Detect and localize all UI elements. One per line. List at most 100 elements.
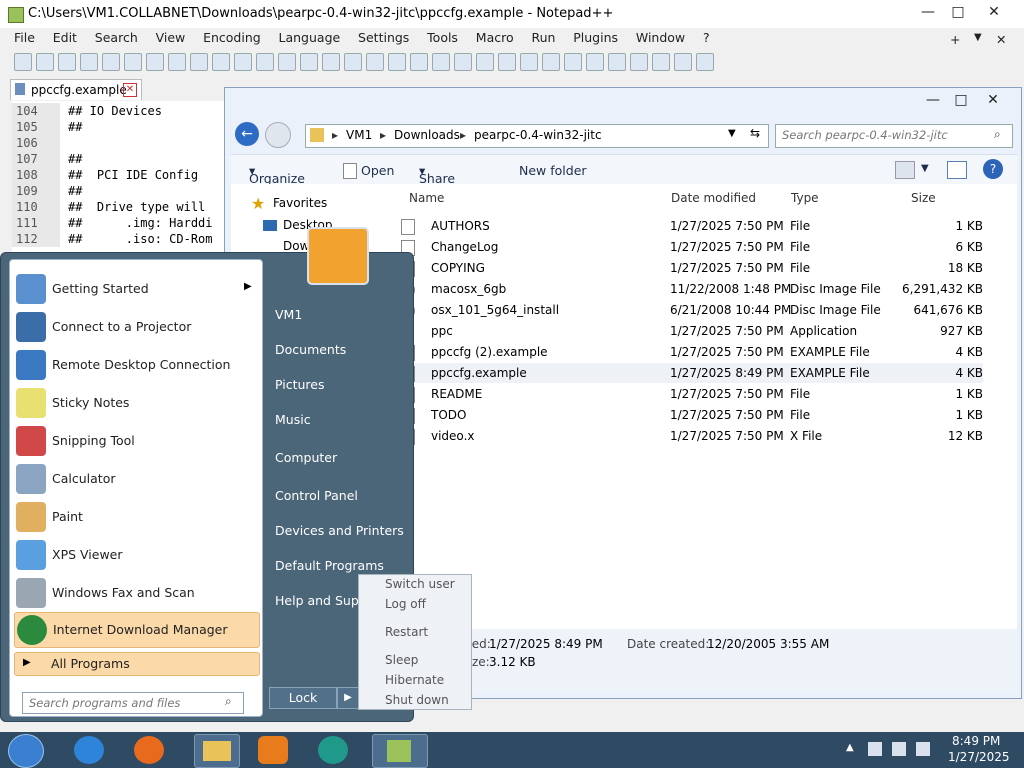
program-remote-desktop[interactable]: Remote Desktop Connection [14,348,258,382]
nav-downloads[interactable]: Dow [283,239,309,253]
minimize-button[interactable]: — [914,2,942,22]
start-item-default-programs[interactable]: Default Programs [275,558,384,573]
menu-language[interactable]: Language [279,30,341,45]
lang-icon[interactable] [475,53,494,71]
close-button[interactable]: ✕ [980,2,1008,22]
new-folder-button[interactable]: New folder [519,163,587,178]
all-chars-icon[interactable] [431,53,450,71]
start-item-pictures[interactable]: Pictures [275,377,325,392]
column-header-date[interactable]: Date modified [671,191,756,205]
organize-button[interactable]: Organize ▾ [249,163,305,186]
preview-pane-icon[interactable] [947,161,967,179]
menu-new-tab-icon[interactable]: + [950,32,960,47]
firefox-icon[interactable] [134,736,164,764]
file-row[interactable]: COPYING 1/27/2025 7:50 PM File 18 KB [401,258,983,278]
menu-encoding[interactable]: Encoding [203,30,261,45]
column-header-size[interactable]: Size [911,191,936,205]
start-item-documents[interactable]: Documents [275,342,346,357]
start-item-control-panel[interactable]: Control Panel [275,488,358,503]
file-row[interactable]: AUTHORS 1/27/2025 7:50 PM File 1 KB [401,216,983,236]
file-row[interactable]: ppccfg (2).example 1/27/2025 7:50 PM EXAMP… [401,342,983,362]
save-icon[interactable] [57,53,76,71]
power-options-arrow-icon[interactable]: ▶ [337,687,359,709]
program-windows-fax-scan[interactable]: Windows Fax and Scan [14,576,258,610]
print-icon[interactable] [145,53,164,71]
file-row[interactable]: ChangeLog 1/27/2025 7:50 PM File 6 KB [401,237,983,257]
program-xps-viewer[interactable]: XPS Viewer [14,538,258,572]
file-row[interactable]: macosx_6gb 11/22/2008 1:48 PM Disc Image F… [401,279,983,299]
sync-v-icon[interactable] [365,53,384,71]
menu-file[interactable]: File [14,30,35,45]
help-icon[interactable]: ? [983,159,1003,179]
start-item-vm1[interactable]: VM1 [275,307,302,322]
address-dropdown-icon[interactable]: ▼ [728,128,736,139]
run-macro-icon[interactable] [673,53,692,71]
doc-map-icon[interactable] [497,53,516,71]
folder-workspace-icon[interactable] [541,53,560,71]
eye-icon[interactable] [585,53,604,71]
file-row-selected[interactable]: ppccfg.example 1/27/2025 8:49 PM EXAMPLE F… [401,363,983,383]
menu-shut-down[interactable]: Shut down [385,693,449,707]
start-orb-icon[interactable] [8,734,44,768]
program-connect-projector[interactable]: Connect to a Projector [14,310,258,344]
user-avatar[interactable] [307,227,369,285]
explorer-maximize-button[interactable]: □ [947,90,975,110]
internet-explorer-icon[interactable] [74,736,104,764]
indent-guide-icon[interactable] [453,53,472,71]
address-bar[interactable]: ▸ VM1 ▸ Downloads ▸ pearpc-0.4-win32-jit… [305,124,769,148]
start-item-computer[interactable]: Computer [275,450,337,465]
media-player-icon[interactable] [258,736,288,764]
explorer-close-button[interactable]: ✕ [979,90,1007,110]
view-options-icon[interactable] [895,161,915,179]
undo-icon[interactable] [233,53,252,71]
menu-settings[interactable]: Settings [358,30,409,45]
app-icon[interactable] [318,736,348,764]
nav-favorites[interactable]: Favorites [273,196,327,210]
file-row[interactable]: video.x 1/27/2025 7:50 PM X File 12 KB [401,426,983,446]
menu-hibernate[interactable]: Hibernate [385,673,444,687]
menu-search[interactable]: Search [95,30,138,45]
column-header-name[interactable]: Name [409,191,444,205]
record-macro-icon[interactable] [607,53,626,71]
column-header-type[interactable]: Type [791,191,819,205]
close-all-icon[interactable] [123,53,142,71]
menu-sleep[interactable]: Sleep [385,653,418,667]
monitor-icon[interactable] [563,53,582,71]
sync-h-icon[interactable] [387,53,406,71]
menu-help[interactable]: ? [703,30,710,45]
tab-close-icon[interactable]: ✕ [123,83,137,97]
zoom-in-icon[interactable] [321,53,340,71]
breadcrumb-vm1[interactable]: VM1 [346,128,372,142]
refresh-icon[interactable]: ⇆ [750,126,766,142]
menu-restart[interactable]: Restart [385,625,428,639]
breadcrumb-pearpc[interactable]: pearpc-0.4-win32-jitc [474,128,602,142]
redo-icon[interactable] [255,53,274,71]
menu-tablist-icon[interactable]: ▼ [974,32,982,43]
menu-window[interactable]: Window [636,30,685,45]
maximize-button[interactable]: □ [944,2,972,22]
menu-run[interactable]: Run [531,30,555,45]
explorer-minimize-button[interactable]: — [919,90,947,110]
all-programs-button[interactable]: ▶ All Programs [14,652,260,676]
program-internet-download-manager[interactable]: Internet Download Manager [14,612,260,648]
program-snipping-tool[interactable]: Snipping Tool [14,424,258,458]
replace-icon[interactable] [299,53,318,71]
start-item-devices-printers[interactable]: Devices and Printers [275,523,404,538]
menu-view[interactable]: View [156,30,186,45]
forward-icon[interactable] [265,122,291,148]
start-search-input[interactable]: Search programs and files ⌕ [22,692,244,714]
breadcrumb-downloads[interactable]: Downloads [394,128,460,142]
lock-button[interactable]: Lock [269,687,337,709]
menu-macro[interactable]: Macro [476,30,514,45]
tray-arrow-icon[interactable]: ▲ [846,742,854,753]
notepad-taskbar-button[interactable] [372,734,428,768]
save-macro-icon[interactable] [695,53,714,71]
paste-icon[interactable] [211,53,230,71]
open-button[interactable]: Open [361,163,394,178]
stop-macro-icon[interactable] [629,53,648,71]
editor-area[interactable]: 104 ## IO Devices 105 ## 106 107 ## 108 ## P… [12,101,228,261]
zoom-out-icon[interactable] [343,53,362,71]
clock-date[interactable]: 1/27/2025 [948,750,1010,764]
start-item-music[interactable]: Music [275,412,311,427]
menu-close-doc-icon[interactable]: ✕ [996,32,1006,47]
